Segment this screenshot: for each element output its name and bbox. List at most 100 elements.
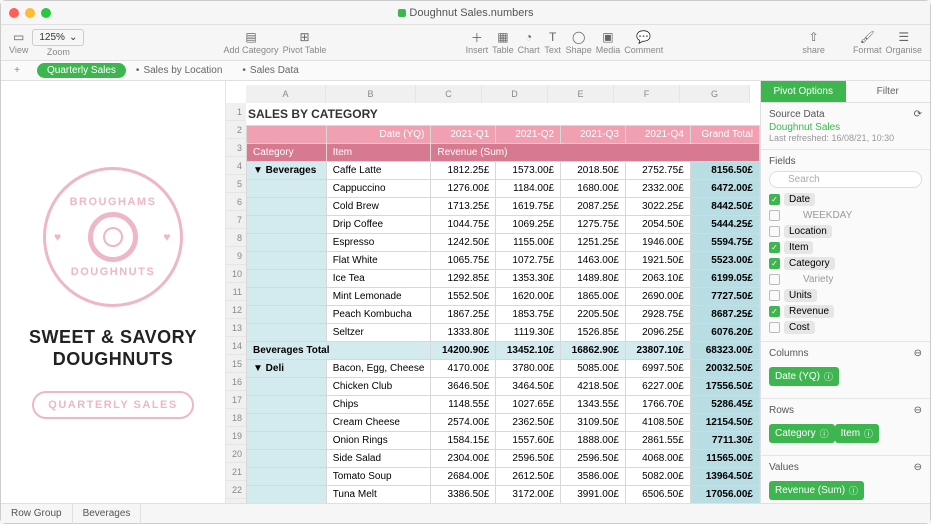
cell[interactable]: 6506.50£ [625,486,690,504]
checkbox[interactable]: ✓ [769,242,780,253]
source-data-link[interactable]: Doughnut Sales [769,122,922,133]
zoom-select[interactable]: 125%⌄ [32,29,84,46]
field-row[interactable]: Variety [769,272,922,287]
field-row[interactable]: ✓Item [769,240,922,255]
cell[interactable]: Bacon, Egg, Cheese [326,360,431,378]
cell[interactable]: 6199.05£ [690,270,759,288]
chip[interactable]: Categoryⓘ [769,424,835,443]
cell[interactable] [247,468,327,486]
cell[interactable]: 2021-Q2 [496,126,561,144]
checkbox[interactable]: ✓ [769,306,780,317]
cell[interactable]: 1865.00£ [561,288,626,306]
cell[interactable] [247,234,327,252]
cell[interactable]: 1853.75£ [496,306,561,324]
field-row[interactable]: WEEKDAY [769,208,922,223]
cell[interactable]: 68323.00£ [690,342,759,360]
cell[interactable]: 1946.00£ [625,234,690,252]
cell[interactable]: 2021-Q4 [625,126,690,144]
pivot-table-icon[interactable]: ⊞ [296,30,314,44]
row-number[interactable]: 4 [226,157,246,175]
cell[interactable]: 1044.75£ [431,216,496,234]
remove-icon[interactable]: ⊖ [914,462,922,473]
cell[interactable] [247,198,327,216]
cell[interactable]: Mint Lemonade [326,288,431,306]
cell[interactable]: Espresso [326,234,431,252]
cell[interactable] [247,306,327,324]
column-header[interactable]: A [246,85,326,103]
cell[interactable] [247,432,327,450]
column-header[interactable]: C [416,85,482,103]
row-number[interactable]: 19 [226,427,246,445]
cell[interactable]: 7711.30£ [690,432,759,450]
cell[interactable]: 1573.00£ [496,162,561,180]
cell[interactable]: 1292.85£ [431,270,496,288]
cell[interactable]: 6076.20£ [690,324,759,342]
cell[interactable]: 2054.50£ [625,216,690,234]
field-row[interactable]: ✓Category [769,256,922,271]
cell[interactable]: 1584.15£ [431,432,496,450]
cell[interactable] [247,324,327,342]
cell[interactable]: 3780.00£ [496,360,561,378]
cell[interactable]: 2752.75£ [625,162,690,180]
columns-dropzone[interactable]: Date (YQ)ⓘ [769,361,922,392]
cell[interactable]: 2096.25£ [625,324,690,342]
cell[interactable]: ▼ Beverages [247,162,327,180]
cell[interactable]: Grand Total [690,126,759,144]
row-number[interactable]: 5 [226,175,246,193]
sheet-tab[interactable]: Sales by Location [126,63,232,78]
pivot-table[interactable]: Date (YQ)2021-Q12021-Q22021-Q32021-Q4Gra… [246,125,760,505]
cell[interactable]: 2087.25£ [561,198,626,216]
cell[interactable]: Tuna Melt [326,486,431,504]
cell[interactable]: 8442.50£ [690,198,759,216]
cell[interactable]: Chicken Club [326,378,431,396]
cell[interactable]: 2596.50£ [496,450,561,468]
cell[interactable]: 1921.50£ [625,252,690,270]
cell[interactable]: 13452.10£ [496,342,561,360]
cell[interactable]: 5082.00£ [625,468,690,486]
cell[interactable]: 2362.50£ [496,414,561,432]
cell[interactable]: 2596.50£ [561,450,626,468]
cell[interactable]: 5444.25£ [690,216,759,234]
cell[interactable]: 6227.00£ [625,378,690,396]
chip-revenue-sum[interactable]: Revenue (Sum)ⓘ [769,481,864,500]
cell[interactable] [247,288,327,306]
cell[interactable]: 2205.50£ [561,306,626,324]
column-header[interactable]: G [680,85,750,103]
cell[interactable]: 1812.25£ [431,162,496,180]
cell[interactable]: 1713.25£ [431,198,496,216]
cell[interactable]: 3109.50£ [561,414,626,432]
row-number[interactable]: 18 [226,409,246,427]
info-icon[interactable]: ⓘ [849,484,858,497]
cell[interactable]: 5286.45£ [690,396,759,414]
row-number[interactable]: 21 [226,463,246,481]
cell[interactable]: 1766.70£ [625,396,690,414]
cell[interactable]: Side Salad [326,450,431,468]
info-icon[interactable]: ⓘ [864,427,873,440]
cell[interactable]: 1343.55£ [561,396,626,414]
close-icon[interactable] [9,8,19,18]
checkbox[interactable] [769,290,780,301]
cell[interactable]: 2574.00£ [431,414,496,432]
cell[interactable]: 1184.00£ [496,180,561,198]
cell[interactable]: 5594.75£ [690,234,759,252]
cell[interactable]: 2021-Q3 [561,126,626,144]
info-icon[interactable]: ⓘ [820,427,829,440]
row-number[interactable]: 7 [226,211,246,229]
cell[interactable]: 12154.50£ [690,414,759,432]
cell[interactable]: 1619.75£ [496,198,561,216]
checkbox[interactable] [769,226,780,237]
cell[interactable]: 1557.60£ [496,432,561,450]
cell[interactable]: 1463.00£ [561,252,626,270]
cell[interactable]: Seltzer [326,324,431,342]
cell[interactable]: Tomato Soup [326,468,431,486]
cell[interactable]: 2861.55£ [625,432,690,450]
cell[interactable]: 2684.00£ [431,468,496,486]
row-number[interactable]: 2 [226,121,246,139]
table-icon[interactable]: ▦ [494,30,512,44]
cell[interactable]: 1275.75£ [561,216,626,234]
cell[interactable]: 2021-Q1 [431,126,496,144]
cell[interactable]: 1489.80£ [561,270,626,288]
checkbox[interactable]: ✓ [769,258,780,269]
cell[interactable]: 4068.00£ [625,450,690,468]
view-icon[interactable]: ▭ [10,30,28,44]
